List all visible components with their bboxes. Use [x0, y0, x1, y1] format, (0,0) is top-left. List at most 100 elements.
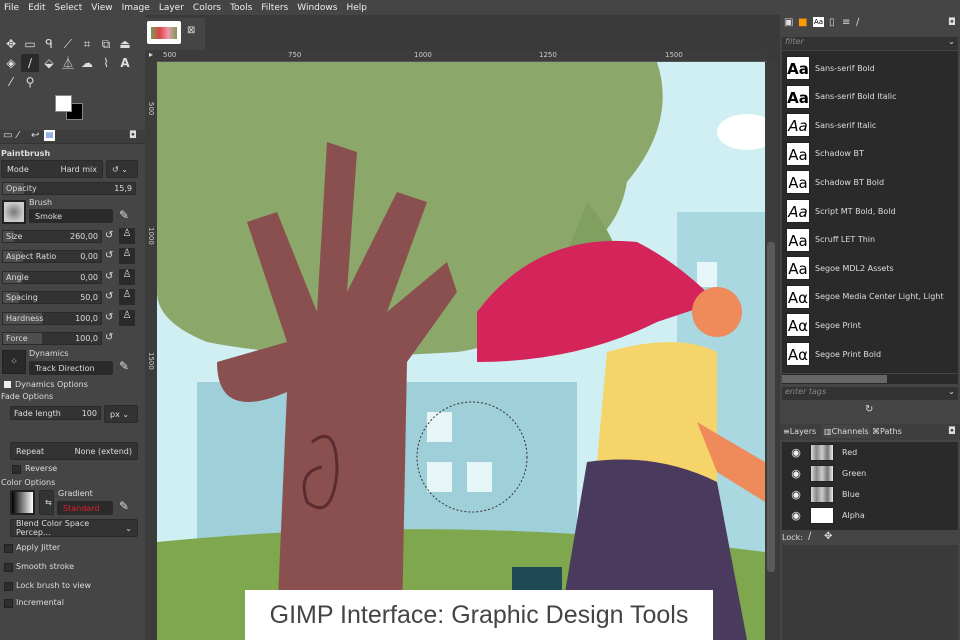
spacing-slider[interactable]: Spacing 50,0 — [2, 291, 102, 305]
lock-brush-checkbox[interactable] — [4, 582, 13, 591]
menu-image[interactable]: Image — [122, 3, 150, 13]
fonts-tab-icon[interactable]: Aa — [813, 17, 825, 27]
reset-icon[interactable]: ↺ — [105, 230, 113, 241]
menu-tools[interactable]: Tools — [230, 3, 252, 13]
mode-reset-button[interactable]: ↺ ⌄ — [106, 160, 138, 178]
font-item[interactable]: Aa Schadow BT — [786, 140, 956, 168]
transform-icon[interactable]: ⧉ — [97, 35, 115, 53]
zoom-icon[interactable]: ⚲ — [21, 73, 39, 91]
visibility-eye-icon[interactable]: ◉ — [788, 467, 804, 480]
angle-slider[interactable]: Angle 0,00 — [2, 270, 102, 284]
link-to-dynamics-icon[interactable]: ♙ — [119, 228, 135, 244]
collapse-dynamics-icon[interactable] — [4, 381, 11, 388]
reset-icon[interactable]: ↺ — [105, 250, 113, 261]
foreground-color-swatch[interactable] — [55, 95, 72, 112]
panel-menu-icon[interactable]: ◘ — [129, 130, 137, 141]
gradient-name-field[interactable]: Standard — [57, 501, 113, 515]
font-item[interactable]: Aa Sans-serif Bold — [786, 54, 956, 82]
patterns-tab-icon[interactable]: ■ — [798, 17, 807, 28]
link-to-dynamics-icon[interactable]: ♙ — [119, 268, 135, 285]
tool-options-tab-icon[interactable]: ▭ — [3, 130, 12, 141]
menu-colors[interactable]: Colors — [193, 3, 221, 13]
reverse-checkbox[interactable] — [12, 465, 21, 474]
font-list-hscrollbar[interactable] — [782, 374, 958, 384]
visibility-eye-icon[interactable]: ◉ — [788, 509, 804, 522]
font-item[interactable]: Aα Segoe Print Bold — [786, 340, 956, 368]
color-picker-icon[interactable]: ⁄ — [2, 73, 20, 91]
tool-presets-tab-icon[interactable]: ∕ — [856, 17, 859, 28]
edit-gradient-icon[interactable]: ✎ — [119, 499, 129, 513]
images-tab-icon[interactable]: ▤ — [44, 130, 55, 141]
mode-select[interactable]: Mode Hard mix — [1, 160, 103, 178]
dynamics-preview[interactable]: ⁘ — [2, 350, 26, 374]
fade-length-field[interactable]: Fade length 100 — [10, 406, 101, 420]
opacity-slider[interactable]: Opacity 15,9 — [2, 182, 136, 195]
clone-icon[interactable]: ⏅ — [59, 54, 77, 72]
tags-input[interactable]: enter tags ⌄ — [782, 387, 958, 400]
incremental-checkbox[interactable] — [4, 599, 13, 608]
text-tool-icon[interactable]: A — [116, 54, 134, 72]
channel-row[interactable]: ◉ Alpha — [784, 505, 960, 526]
visibility-eye-icon[interactable]: ◉ — [788, 446, 804, 459]
menu-edit[interactable]: Edit — [28, 3, 45, 13]
lock-position-icon[interactable]: ✥ — [824, 531, 832, 542]
tab-channels[interactable]: ▥Channels — [822, 425, 871, 438]
brushes-tab-icon[interactable]: ▣ — [784, 17, 793, 28]
device-status-tab-icon[interactable]: ⁄ — [17, 130, 19, 141]
reset-icon[interactable]: ↺ — [105, 291, 113, 302]
lock-pixels-icon[interactable]: ∕ — [808, 531, 811, 542]
repeat-select[interactable]: Repeat None (extend) — [10, 442, 138, 460]
menu-view[interactable]: View — [91, 3, 112, 13]
rect-select-icon[interactable]: ▭ — [21, 35, 39, 53]
paths-icon[interactable]: ⌇ — [97, 54, 115, 72]
gradient-preview[interactable] — [10, 490, 35, 515]
menu-windows[interactable]: Windows — [297, 3, 337, 13]
vertical-scrollbar[interactable] — [765, 62, 777, 640]
canvas-image[interactable] — [157, 62, 765, 640]
reverse-gradient-button[interactable]: ⇆ — [39, 490, 54, 515]
blend-color-space-select[interactable]: Blend Color Space Percep... ⌄ — [10, 519, 138, 537]
link-to-dynamics-icon[interactable]: ♙ — [119, 309, 135, 326]
font-item[interactable]: Aa Scruff LET Thin — [786, 226, 956, 254]
lasso-icon[interactable]: ᑫ — [40, 35, 58, 53]
undo-history-tab-icon[interactable]: ↩ — [31, 130, 39, 141]
dock-menu-bottom-icon[interactable]: ◘ — [948, 426, 956, 437]
bucket-fill-icon[interactable]: ◈ — [2, 54, 20, 72]
aspect-ratio-slider[interactable]: Aspect Ratio 0,00 — [2, 250, 102, 264]
smooth-stroke-checkbox[interactable] — [4, 563, 13, 572]
dynamics-name-field[interactable]: Track Direction — [29, 361, 113, 375]
crop-icon[interactable]: ⌗ — [78, 35, 96, 53]
image-thumbnail[interactable] — [147, 21, 181, 44]
apply-jitter-checkbox[interactable] — [4, 544, 13, 553]
channel-row[interactable]: ◉ Blue — [784, 484, 960, 505]
font-item[interactable]: Aα Segoe Print — [786, 311, 956, 339]
paintbrush-icon[interactable]: ∕ — [21, 54, 39, 72]
fuzzy-select-icon[interactable]: ⟋ — [59, 35, 77, 53]
edit-dynamics-icon[interactable]: ✎ — [119, 359, 129, 373]
menu-file[interactable]: File — [4, 3, 19, 13]
size-slider[interactable]: Size 260,00 — [2, 230, 102, 243]
channel-row[interactable]: ◉ Red — [784, 442, 960, 463]
close-image-icon[interactable]: ⊠ — [187, 25, 195, 36]
font-item[interactable]: Aa Segoe MDL2 Assets — [786, 254, 956, 282]
force-slider[interactable]: Force 100,0 — [2, 332, 102, 345]
font-item[interactable]: Aa Script MT Bold, Bold — [786, 197, 956, 225]
horizontal-ruler[interactable]: 500 750 1000 1250 1500 — [157, 50, 767, 62]
font-item[interactable]: Aa Schadow BT Bold — [786, 168, 956, 196]
documents-tab-icon[interactable]: ▯ — [829, 17, 835, 28]
font-item[interactable]: Aa Sans-serif Bold Italic — [786, 83, 956, 111]
edit-brush-icon[interactable]: ✎ — [119, 208, 129, 222]
reset-icon[interactable]: ↺ — [105, 312, 113, 323]
warp-icon[interactable]: ⏏ — [116, 35, 134, 53]
menu-layer[interactable]: Layer — [159, 3, 184, 13]
quick-mask-icon[interactable]: ▸ — [145, 50, 157, 62]
link-to-dynamics-icon[interactable]: ♙ — [119, 289, 135, 306]
font-item[interactable]: Aa Sans-serif Italic — [786, 111, 956, 139]
visibility-eye-icon[interactable]: ◉ — [788, 488, 804, 501]
channel-row[interactable]: ◉ Green — [784, 463, 960, 484]
tab-paths[interactable]: ⌘Paths — [872, 427, 902, 436]
fade-unit-select[interactable]: px ⌄ — [104, 405, 138, 423]
smudge-icon[interactable]: ☁ — [78, 54, 96, 72]
hardness-slider[interactable]: Hardness 100,0 — [2, 311, 102, 325]
reset-icon[interactable]: ↺ — [105, 271, 113, 282]
